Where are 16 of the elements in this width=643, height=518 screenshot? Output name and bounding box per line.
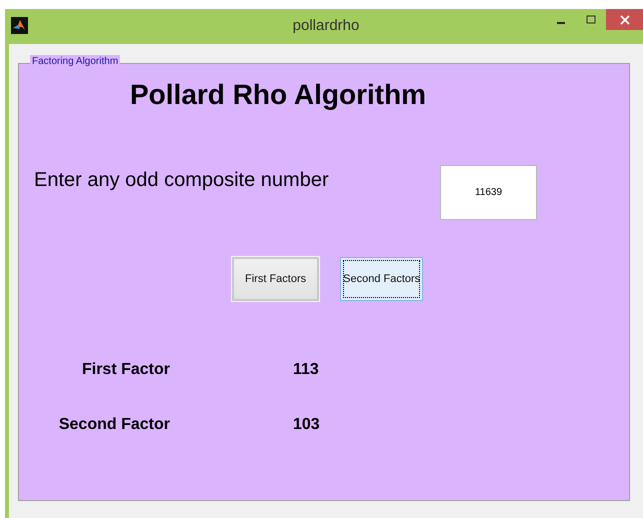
number-input-field[interactable]: 11639: [440, 165, 537, 220]
factors-button[interactable]: Second Factors: [340, 257, 424, 301]
factors-button[interactable]: First Factors: [232, 257, 320, 301]
panel-title: Factoring Algorithm: [30, 55, 120, 69]
result-value: 103: [293, 415, 320, 435]
prompt-label: Enter any odd composite number: [34, 169, 330, 192]
window-title: pollardrho: [292, 17, 360, 34]
result-label: Second Factor: [58, 415, 170, 435]
close-button[interactable]: [606, 9, 643, 30]
maximize-icon: [586, 14, 596, 24]
result-label: First Factor: [80, 360, 170, 380]
result-value: 113: [293, 360, 320, 380]
heading: Pollard Rho Algorithm: [130, 78, 426, 112]
app-logo-icon: [11, 17, 28, 34]
minimize-icon: [557, 22, 565, 24]
close-icon: [620, 14, 630, 24]
